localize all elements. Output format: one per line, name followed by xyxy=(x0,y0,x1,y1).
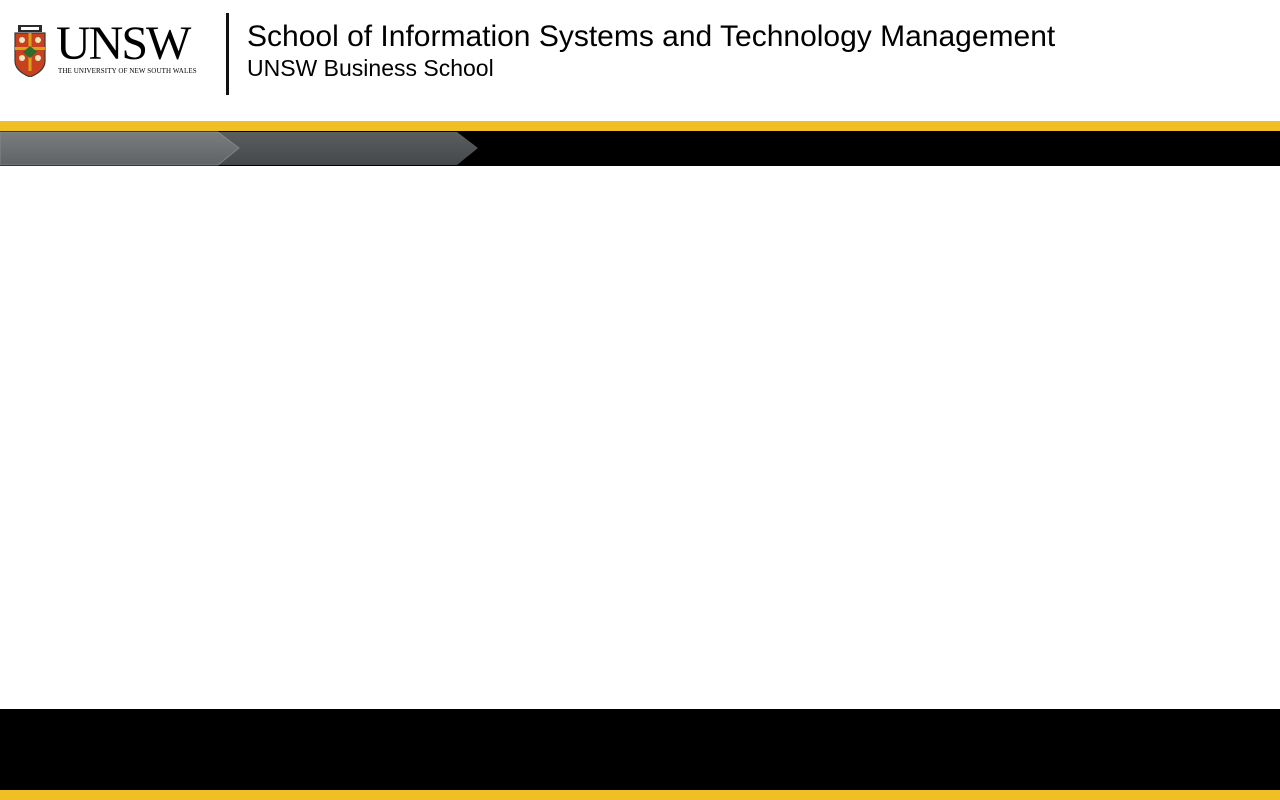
header-divider xyxy=(226,13,229,95)
unsw-crest-icon xyxy=(14,25,46,77)
title-block: School of Information Systems and Techno… xyxy=(247,20,1055,82)
logo-wordmark: UNSW xyxy=(56,17,191,70)
gold-accent-bar-bottom xyxy=(0,790,1280,800)
nav-segment-2[interactable] xyxy=(200,132,478,165)
page-subtitle: UNSW Business School xyxy=(247,55,494,81)
unsw-logo: UNSW THE UNIVERSITY OF NEW SOUTH WALES xyxy=(14,20,204,80)
content-area xyxy=(0,166,1280,709)
nav-bar xyxy=(0,131,1280,166)
page-title: School of Information Systems and Techno… xyxy=(247,20,1056,53)
footer-bar xyxy=(0,709,1280,790)
logo-university-name: THE UNIVERSITY OF NEW SOUTH WALES xyxy=(58,67,197,75)
gold-accent-bar-top xyxy=(0,121,1280,131)
header: UNSW THE UNIVERSITY OF NEW SOUTH WALES S… xyxy=(0,0,1280,121)
breadcrumb-arrows xyxy=(0,131,478,166)
slide-page: UNSW THE UNIVERSITY OF NEW SOUTH WALES S… xyxy=(0,0,1280,800)
nav-segment-1[interactable] xyxy=(0,131,240,166)
